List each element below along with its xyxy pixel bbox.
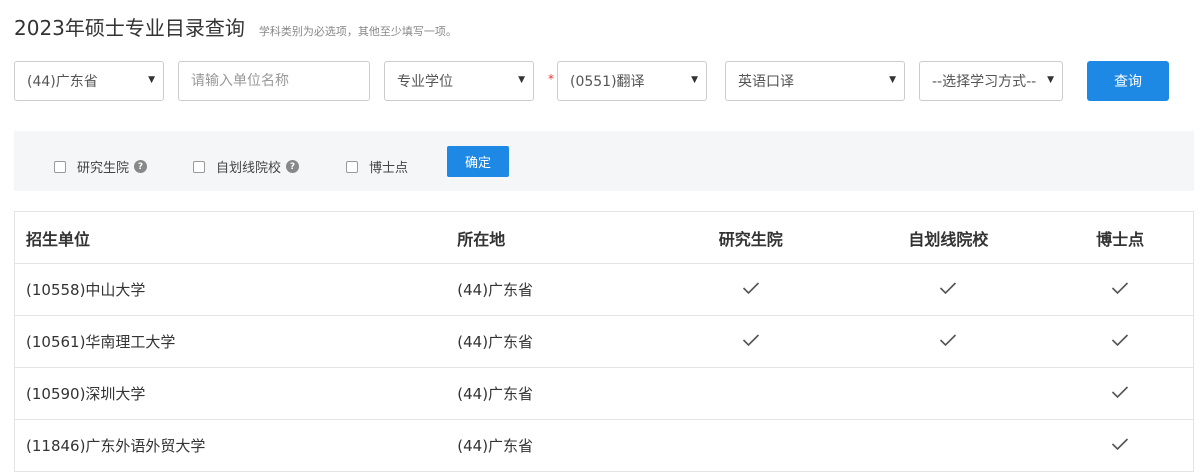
doctoral-cell [1047,385,1193,403]
title-row: 2023年硕士专业目录查询 学科类别为必选项，其他至少填写一项。 [14,12,457,44]
doctoral-cell [1047,281,1193,299]
study-mode-select[interactable]: --选择学习方式-- ▼ [919,61,1063,101]
unit-cell[interactable]: (10561)华南理工大学 [15,331,447,352]
checkmark-icon [742,333,760,351]
caret-down-icon: ▼ [1047,75,1054,85]
doctoral-checkbox[interactable] [346,160,358,173]
col-header-unit: 招生单位 [26,229,91,249]
unit-name-field[interactable] [178,61,370,101]
degree-type-value: 专业学位 [397,74,453,90]
table-body: (10558)中山大学 (44)广东省 (10561)华南理工大学 (44)广东省 (1… [15,264,1193,472]
location-cell: (44)广东省 [457,333,534,351]
filter-doctoral[interactable]: 博士点 [346,157,408,176]
subject-value: (0551)翻译 [570,74,645,90]
caret-down-icon: ▼ [148,75,155,85]
subject-select[interactable]: (0551)翻译 ▼ [557,61,707,101]
col-header-grad-school: 研究生院 [718,229,783,249]
table-row: (10590)深圳大学 (44)广东省 [15,368,1193,420]
col-header-location: 所在地 [457,229,506,249]
checkmark-icon [1111,385,1129,403]
unit-name-input[interactable] [191,73,369,89]
question-circle-icon[interactable]: ? [134,160,148,173]
checkmark-icon [1111,437,1129,455]
degree-type-select[interactable]: 专业学位 ▼ [384,61,534,101]
grad-school-cell [652,281,850,299]
grad-school-cell [652,333,850,351]
filter-grad-school[interactable]: 研究生院 ? [54,157,148,176]
self-line-cell [850,281,1048,299]
location-cell: (44)广东省 [457,437,534,455]
self-line-cell [850,333,1048,351]
filter-bar: 研究生院 ? 自划线院校 ? 博士点 确定 [14,131,1194,191]
self-line-label: 自划线院校 [216,161,282,176]
caret-down-icon: ▼ [691,75,698,85]
table-row: (11846)广东外语外贸大学 (44)广东省 [15,420,1193,472]
checkmark-icon [939,281,957,299]
unit-cell[interactable]: (10558)中山大学 [15,279,447,300]
doctoral-cell [1047,333,1193,351]
self-line-checkbox[interactable] [193,160,205,173]
province-select[interactable]: (44)广东省 ▼ [14,61,164,101]
province-select-value: (44)广东省 [27,74,98,90]
required-mark: * [548,72,554,86]
checkmark-icon [939,333,957,351]
location-cell: (44)广东省 [457,281,534,299]
doctoral-cell [1047,437,1193,455]
form-hint: 学科类别为必选项，其他至少填写一项。 [258,25,457,38]
caret-down-icon: ▼ [889,75,896,85]
grad-school-label: 研究生院 [77,161,130,176]
col-header-doctoral: 博士点 [1096,229,1145,249]
direction-select[interactable]: 英语口译 ▼ [725,61,905,101]
doctoral-label: 博士点 [369,161,409,176]
checkmark-icon [1111,281,1129,299]
col-header-self-line: 自划线院校 [908,229,989,249]
unit-cell[interactable]: (11846)广东外语外贸大学 [15,435,447,456]
results-table: 招生单位 所在地 研究生院 自划线院校 博士点 (10558)中山大学 (44)广… [14,211,1194,472]
table-row: (10561)华南理工大学 (44)广东省 [15,316,1193,368]
unit-cell[interactable]: (10590)深圳大学 [15,383,447,404]
location-cell: (44)广东省 [457,385,534,403]
caret-down-icon: ▼ [518,75,525,85]
checkmark-icon [742,281,760,299]
page-title: 2023年硕士专业目录查询 [14,16,245,40]
table-row: (10558)中山大学 (44)广东省 [15,264,1193,316]
confirm-button[interactable]: 确定 [447,146,509,177]
table-header-row: 招生单位 所在地 研究生院 自划线院校 博士点 [15,212,1193,264]
filter-self-line[interactable]: 自划线院校 ? [193,157,300,176]
query-button[interactable]: 查询 [1087,61,1169,101]
grad-school-checkbox[interactable] [54,160,66,173]
checkmark-icon [1111,333,1129,351]
study-mode-value: --选择学习方式-- [932,74,1037,90]
direction-value: 英语口译 [738,74,794,90]
question-circle-icon[interactable]: ? [286,160,300,173]
